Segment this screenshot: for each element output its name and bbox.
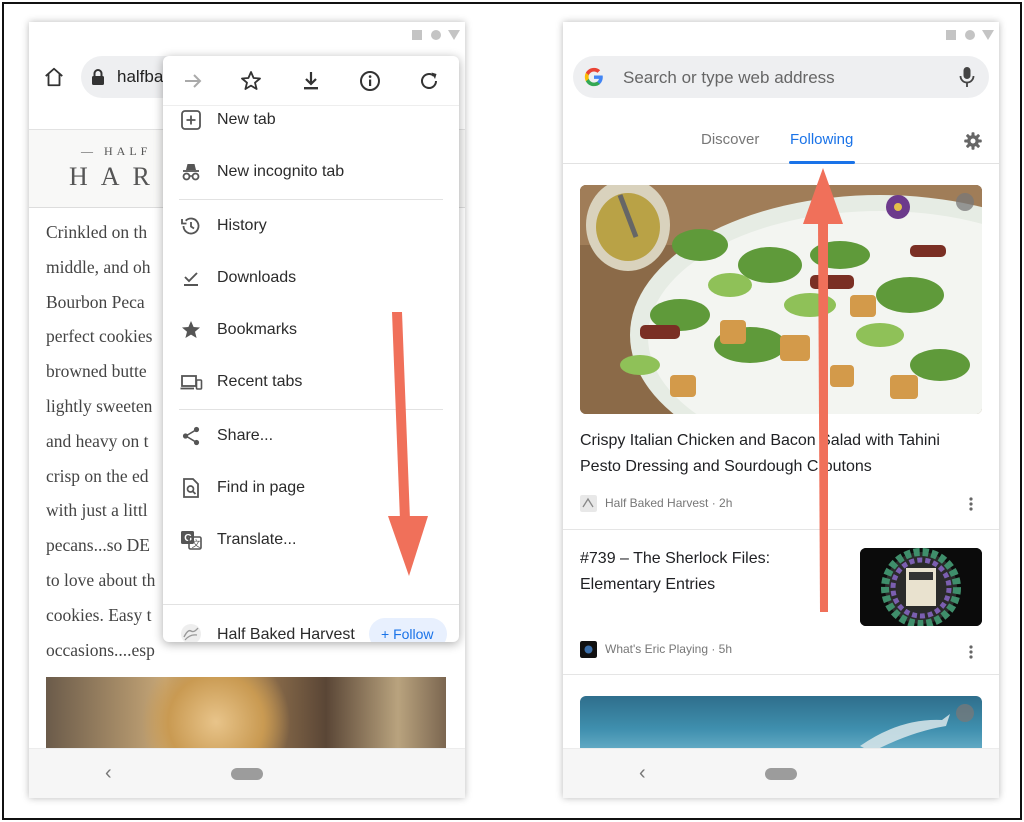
- status-square-icon: [412, 30, 422, 40]
- status-square-icon: [946, 30, 956, 40]
- menu-follow-row: Half Baked Harvest + Follow: [163, 608, 459, 642]
- status-bar: [563, 22, 999, 46]
- status-triangle-icon: [448, 30, 460, 40]
- more-options-icon[interactable]: [967, 496, 975, 512]
- menu-item-bookmarks[interactable]: Bookmarks: [163, 310, 459, 350]
- card-source-text: What's Eric Playing · 5h: [605, 642, 733, 656]
- menu-divider: [179, 199, 443, 200]
- menu-item-label: Translate...: [217, 531, 297, 548]
- translate-icon: G文: [181, 531, 202, 550]
- phone-left: halfba — HALF HAR Crinkled on th middle, …: [29, 22, 465, 798]
- amp-badge-icon: [956, 193, 974, 211]
- menu-item-label: New incognito tab: [217, 163, 345, 180]
- status-bar: [29, 22, 465, 46]
- follow-button[interactable]: + Follow: [369, 618, 447, 642]
- android-nav-bar: ‹: [29, 748, 465, 798]
- menu-item-label: Share...: [217, 427, 274, 444]
- menu-item-share[interactable]: Share...: [163, 416, 459, 456]
- gear-icon[interactable]: [963, 131, 983, 151]
- menu-item-label: Downloads: [217, 269, 297, 286]
- site-favicon-icon: [181, 624, 201, 642]
- more-options-icon[interactable]: [967, 644, 975, 660]
- menu-divider: [179, 409, 443, 410]
- menu-item-label: History: [217, 217, 267, 234]
- microphone-icon[interactable]: [958, 66, 976, 88]
- card-title[interactable]: #739 – The Sherlock Files: Elementary En…: [580, 546, 830, 598]
- menu-item-new-incognito-tab[interactable]: New incognito tab: [163, 152, 459, 192]
- star-outline-icon[interactable]: [239, 69, 263, 93]
- nav-home-pill[interactable]: [231, 768, 263, 780]
- card-thumbnail[interactable]: [860, 548, 982, 626]
- find-in-page-icon: [183, 478, 199, 498]
- source-favicon-icon: [580, 641, 597, 658]
- status-triangle-icon: [982, 30, 994, 40]
- status-circle-icon: [965, 30, 975, 40]
- download-icon[interactable]: [299, 69, 323, 93]
- incognito-icon: [182, 164, 200, 181]
- card-image-ocean[interactable]: [580, 696, 982, 756]
- android-nav-bar: ‹: [563, 748, 999, 798]
- menu-icon-row: [163, 56, 459, 106]
- menu-item-label: Bookmarks: [217, 321, 298, 338]
- add-box-icon: [181, 110, 201, 130]
- article-image: [46, 677, 446, 749]
- card-divider: [563, 674, 999, 675]
- menu-item-find-in-page[interactable]: Find in page: [163, 468, 459, 508]
- lock-icon: [92, 69, 104, 85]
- salad-illustration: [580, 185, 982, 414]
- search-placeholder: Search or type web address: [623, 68, 835, 87]
- card-title[interactable]: Crispy Italian Chicken and Bacon Salad w…: [580, 428, 980, 480]
- menu-item-label: New tab: [217, 111, 276, 128]
- thumbnail-illustration: [860, 548, 982, 626]
- tab-discover[interactable]: Discover: [701, 131, 759, 148]
- menu-item-label: Recent tabs: [217, 373, 303, 390]
- card-source-text: Half Baked Harvest · 2h: [605, 496, 733, 510]
- downloads-icon: [184, 272, 198, 286]
- site-logo-main: HAR: [69, 162, 163, 191]
- star-filled-icon: [182, 321, 200, 338]
- menu-item-new-tab[interactable]: New tab: [163, 100, 459, 140]
- menu-item-downloads[interactable]: Downloads: [163, 258, 459, 298]
- history-icon: [181, 217, 200, 235]
- devices-icon: [180, 375, 203, 390]
- svg-text:文: 文: [192, 538, 201, 549]
- nav-back-icon[interactable]: ‹: [105, 762, 112, 785]
- follow-button-label: + Follow: [381, 626, 434, 642]
- nav-back-icon[interactable]: ‹: [639, 762, 646, 785]
- article-line: occasions....esp: [46, 639, 155, 660]
- menu-item-translate[interactable]: G 文 Translate...: [163, 520, 459, 560]
- tab-following[interactable]: Following: [790, 131, 853, 148]
- info-icon[interactable]: [358, 69, 382, 93]
- nav-home-pill[interactable]: [765, 768, 797, 780]
- url-text[interactable]: halfba: [117, 67, 163, 87]
- phone-right: Search or type web address Discover Foll…: [563, 22, 999, 798]
- reload-icon[interactable]: [417, 69, 441, 93]
- menu-divider: [163, 604, 459, 605]
- status-circle-icon: [431, 30, 441, 40]
- card-image-salad[interactable]: [580, 185, 982, 414]
- menu-item-label: Find in page: [217, 479, 306, 496]
- feed-tabs: Discover Following: [563, 110, 999, 164]
- share-icon: [182, 426, 200, 446]
- amp-badge-icon: [956, 704, 974, 722]
- overflow-menu: New tab New incognito tab History Downloads…: [163, 56, 459, 642]
- card-divider: [563, 529, 999, 530]
- home-icon[interactable]: [43, 66, 65, 88]
- menu-item-recent-tabs[interactable]: Recent tabs: [163, 362, 459, 402]
- site-name: Half Baked Harvest: [217, 626, 355, 642]
- source-favicon-icon: [580, 495, 597, 512]
- forward-arrow-icon[interactable]: [181, 69, 205, 93]
- tab-active-indicator: [789, 161, 855, 164]
- ocean-illustration: [860, 714, 950, 752]
- google-logo-icon: [584, 67, 603, 87]
- site-logo-top: — HALF: [81, 144, 152, 158]
- menu-item-history[interactable]: History: [163, 206, 459, 246]
